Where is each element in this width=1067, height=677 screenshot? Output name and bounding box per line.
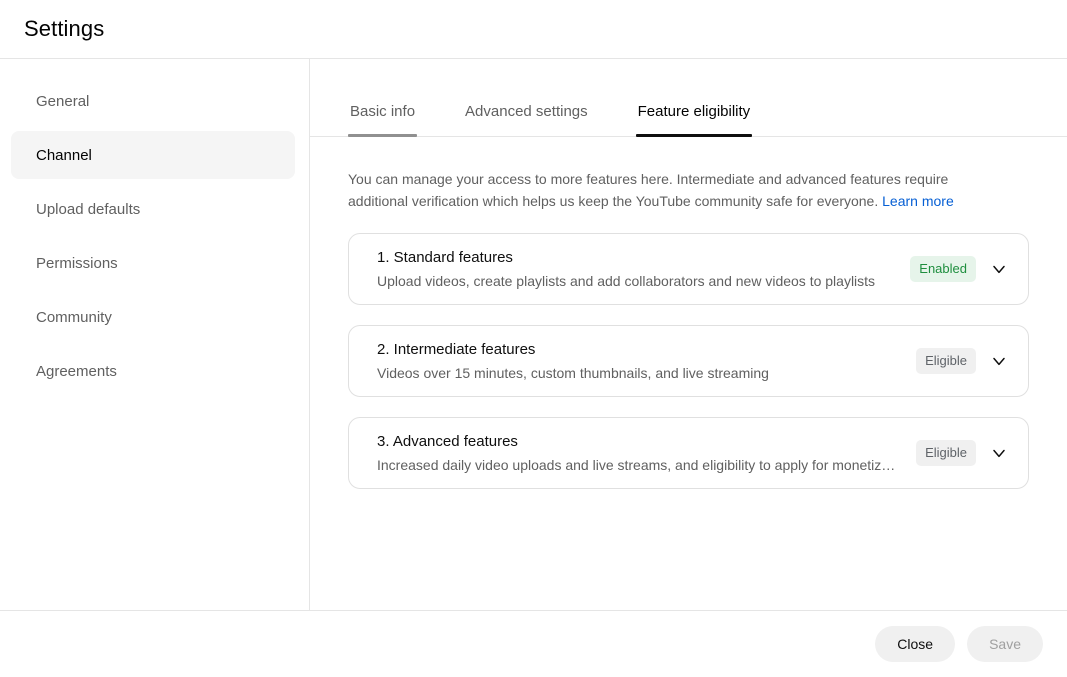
tab-label: Basic info	[350, 103, 416, 120]
sidebar-item-label: General	[36, 92, 90, 110]
status-badge: Eligible	[916, 440, 976, 466]
close-button[interactable]: Close	[875, 626, 956, 662]
tab-underline	[463, 134, 590, 137]
feature-card-description: Videos over 15 minutes, custom thumbnail…	[377, 365, 769, 381]
settings-sidebar: General Channel Upload defaults Permissi…	[0, 59, 310, 610]
status-badge: Eligible	[916, 348, 976, 374]
tab-underline	[635, 134, 753, 137]
feature-card-advanced[interactable]: 3. Advanced features Increased daily vid…	[348, 417, 1029, 489]
feature-card-title: 1. Standard features	[377, 249, 513, 266]
feature-card-title: 2. Intermediate features	[377, 341, 536, 358]
dialog-header: Settings	[0, 0, 1067, 59]
tab-feature-eligibility[interactable]: Feature eligibility	[635, 103, 753, 137]
tab-label: Feature eligibility	[637, 103, 751, 120]
panel-description: You can manage your access to more featu…	[348, 168, 988, 212]
feature-card-status: Eligible	[916, 348, 1010, 374]
feature-card-status: Eligible	[916, 440, 1010, 466]
feature-card-description: Upload videos, create playlists and add …	[377, 273, 876, 289]
learn-more-link[interactable]: Learn more	[882, 193, 954, 209]
feature-card-text: 2. Intermediate features Videos over 15 …	[377, 339, 916, 383]
panel-description-text: You can manage your access to more featu…	[348, 171, 949, 209]
sidebar-item-community[interactable]: Community	[11, 293, 295, 341]
feature-card-intermediate[interactable]: 2. Intermediate features Videos over 15 …	[348, 325, 1029, 397]
chevron-down-icon[interactable]	[988, 258, 1010, 280]
sidebar-item-agreements[interactable]: Agreements	[11, 347, 295, 395]
tab-underline	[348, 134, 418, 137]
chevron-down-icon[interactable]	[988, 350, 1010, 372]
sidebar-item-channel[interactable]: Channel	[11, 131, 295, 179]
feature-card-description: Increased daily video uploads and live s…	[377, 457, 903, 473]
tab-bar: Basic info Advanced settings Feature eli…	[310, 59, 1067, 137]
feature-card-title: 3. Advanced features	[377, 433, 518, 450]
chevron-down-icon[interactable]	[988, 442, 1010, 464]
sidebar-item-label: Upload defaults	[36, 200, 141, 218]
sidebar-item-label: Permissions	[36, 254, 118, 272]
sidebar-item-upload-defaults[interactable]: Upload defaults	[11, 185, 295, 233]
sidebar-item-permissions[interactable]: Permissions	[11, 239, 295, 287]
tab-advanced-settings[interactable]: Advanced settings	[463, 103, 590, 136]
settings-content: Basic info Advanced settings Feature eli…	[310, 59, 1067, 610]
feature-eligibility-panel: You can manage your access to more featu…	[310, 137, 1067, 610]
save-button[interactable]: Save	[967, 626, 1043, 662]
sidebar-item-general[interactable]: General	[11, 77, 295, 125]
feature-card-text: 3. Advanced features Increased daily vid…	[377, 431, 916, 475]
dialog-body: General Channel Upload defaults Permissi…	[0, 59, 1067, 611]
feature-card-status: Enabled	[910, 256, 1010, 282]
feature-card-text: 1. Standard features Upload videos, crea…	[377, 247, 910, 291]
sidebar-item-label: Agreements	[36, 362, 117, 380]
page-title: Settings	[24, 16, 105, 41]
status-badge: Enabled	[910, 256, 976, 282]
settings-dialog: Settings General Channel Upload defaults…	[0, 0, 1067, 677]
tab-label: Advanced settings	[465, 103, 588, 120]
dialog-footer: Close Save	[0, 611, 1067, 677]
feature-card-standard[interactable]: 1. Standard features Upload videos, crea…	[348, 233, 1029, 305]
sidebar-item-label: Channel	[36, 146, 92, 164]
tab-basic-info[interactable]: Basic info	[348, 103, 418, 137]
sidebar-item-label: Community	[36, 308, 112, 326]
